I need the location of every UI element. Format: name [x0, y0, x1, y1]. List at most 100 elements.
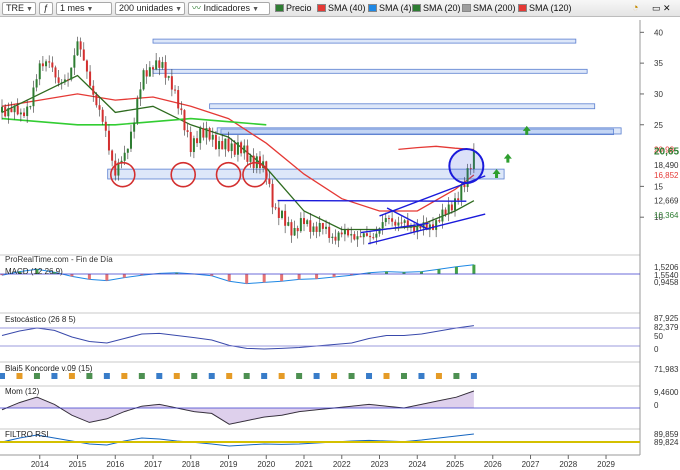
macd-histogram-bar [87, 274, 91, 280]
units-label: 200 unidades [119, 3, 174, 13]
koncorde-bar [51, 373, 58, 379]
koncorde-bar [470, 373, 477, 379]
candle-body [148, 67, 151, 77]
period-selector[interactable]: 1 mes ▼ [56, 2, 112, 15]
candle-body [409, 226, 412, 228]
candle-body [243, 145, 246, 154]
x-tick-label: 2017 [144, 460, 162, 469]
chart-area[interactable]: 40353025151020,9820,6518,49016,85212,669… [0, 17, 680, 470]
candle-body [340, 232, 343, 235]
resistance-zone [152, 68, 588, 74]
candle-body [167, 76, 170, 78]
candle-body [268, 178, 271, 184]
stoch-axis-label: 0 [654, 345, 659, 354]
price-tick-label: 30 [654, 90, 663, 99]
minimize-icon: ▭ [652, 3, 661, 13]
macd-histogram-bar [227, 274, 231, 282]
legend-sma4[interactable]: SMA (4) [368, 2, 412, 15]
sma4-swatch-icon [368, 4, 377, 12]
candle-body [334, 236, 337, 241]
x-tick-label: 2024 [408, 460, 426, 469]
macd-histogram-bar [280, 274, 284, 282]
indicators-button[interactable]: 〰 Indicadores ▼ [188, 2, 270, 15]
legend-sma20[interactable]: SMA (20) [412, 2, 461, 15]
filtro-label: FILTRO RSI [5, 430, 48, 439]
chevron-down-icon: ▼ [252, 6, 259, 13]
candle-body [73, 55, 76, 68]
candle-body [290, 222, 293, 236]
candle-body [296, 228, 299, 232]
candle-body [107, 130, 110, 151]
candle-body [196, 138, 199, 144]
period-label: 1 mes [60, 3, 85, 13]
formula-icon: ƒ [43, 3, 49, 13]
candle-body [10, 108, 13, 113]
candle-body [312, 226, 315, 232]
koncorde-bar [331, 373, 338, 379]
macd-label: MACD (12 26 9) [5, 267, 63, 276]
candle-body [82, 49, 85, 61]
candle-body [331, 236, 334, 238]
candle-body [362, 233, 365, 238]
candle-body [271, 183, 274, 208]
candle-body [126, 148, 129, 153]
candle-body [224, 138, 227, 150]
alert-icon[interactable]: ◔ [632, 2, 639, 15]
x-tick-label: 2014 [31, 460, 49, 469]
stoch-label: Estocástico (26 8 5) [5, 315, 76, 324]
candle-body [95, 94, 98, 106]
candle-body [315, 226, 318, 232]
candle-body [104, 121, 107, 131]
legend-price[interactable]: Precio [275, 2, 312, 15]
x-tick-label: 2023 [371, 460, 389, 469]
window-controls[interactable]: ▭ ✕ [652, 2, 671, 15]
legend-sma40[interactable]: SMA (40) [317, 2, 366, 15]
candle-body [79, 41, 82, 50]
price-tick-label: 40 [654, 28, 663, 37]
candle-body [4, 106, 7, 117]
candle-body [85, 60, 88, 72]
candle-body [158, 60, 161, 68]
chevron-down-icon: ▼ [175, 6, 182, 13]
x-tick-label: 2021 [295, 460, 313, 469]
toolbar: TRE ▼ ƒ 1 mes ▼ 200 unidades ▼ 〰 Indicadore… [0, 0, 680, 17]
candle-body [123, 152, 126, 161]
legend-sma120[interactable]: SMA (120) [518, 2, 572, 15]
candle-body [306, 220, 309, 225]
fx-button[interactable]: ƒ [39, 2, 53, 15]
candle-body [218, 141, 221, 150]
candle-body [246, 145, 249, 162]
candle-body [353, 234, 356, 240]
candle-body [372, 237, 375, 239]
macd-histogram-bar [297, 274, 301, 280]
resistance-zone [152, 38, 577, 44]
symbol-selector[interactable]: TRE ▼ [2, 2, 36, 15]
candle-body [337, 232, 340, 241]
legend-sma200[interactable]: SMA (200) [462, 2, 516, 15]
price-tick-label: 15 [654, 182, 663, 191]
koncorde-bar [103, 373, 110, 379]
units-selector[interactable]: 200 unidades ▼ [115, 2, 185, 15]
close-icon: ✕ [663, 3, 671, 13]
x-tick-label: 2018 [182, 460, 200, 469]
candle-body [381, 222, 384, 229]
symbol-label: TRE [6, 3, 24, 13]
price-value-label: 10,364 [654, 211, 679, 220]
koncorde-bar [173, 373, 180, 379]
candle-body [299, 218, 302, 232]
chevron-down-icon: ▼ [26, 6, 33, 13]
macd-histogram-bar [332, 274, 336, 277]
candle-body [51, 62, 54, 68]
candle-body [35, 79, 38, 88]
resistance-zone [209, 103, 596, 110]
koncorde-bar [16, 373, 23, 379]
candle-body [41, 63, 44, 67]
candle-body [183, 110, 186, 131]
candle-body [365, 233, 368, 236]
candle-body [57, 77, 60, 83]
candle-body [221, 141, 224, 150]
candle-body [208, 128, 211, 140]
sma40-swatch-icon [317, 4, 326, 12]
koncorde-bar [33, 373, 40, 379]
price-tick-label: 35 [654, 59, 663, 68]
